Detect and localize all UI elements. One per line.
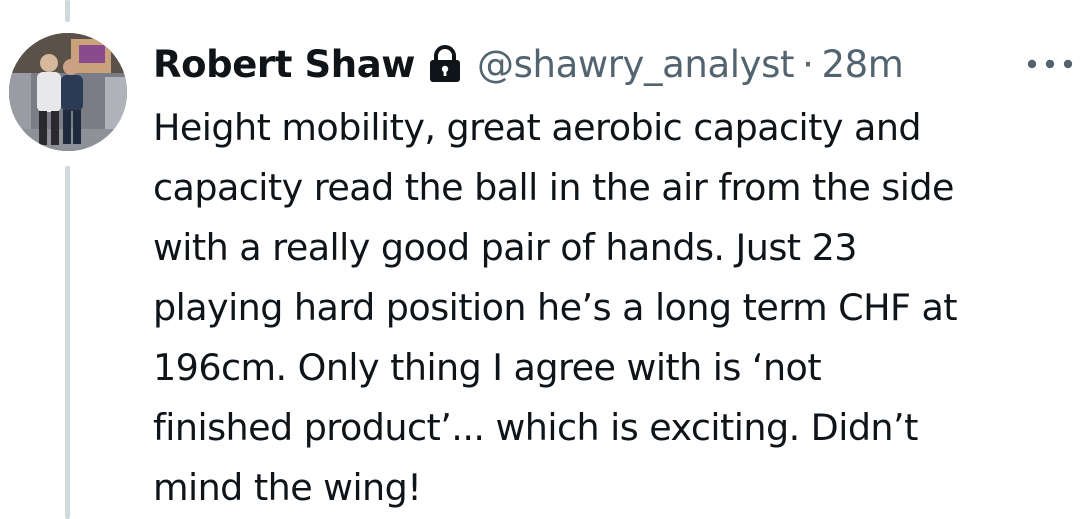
- tweet-text-line: capacity read the ball in the air from t…: [153, 166, 954, 209]
- tweet-text-line: Height mobility, great aerobic capacity …: [153, 106, 922, 149]
- avatar[interactable]: [9, 33, 127, 151]
- author-handle[interactable]: @shawry_analyst: [477, 43, 794, 86]
- author-display-name[interactable]: Robert Shaw: [153, 43, 415, 86]
- tweet-text: Height mobility, great aerobic capacity …: [153, 98, 1075, 518]
- more-horizontal-icon[interactable]: [1025, 52, 1075, 76]
- tweet-text-line: playing hard position he’s a long term C…: [153, 286, 958, 329]
- tweet-text-line: with a really good pair of hands. Just 2…: [153, 226, 858, 269]
- timestamp[interactable]: 28m: [821, 43, 903, 86]
- lock-icon: [427, 44, 463, 84]
- separator-dot: ·: [802, 42, 814, 86]
- thread-line-bottom: [65, 166, 70, 519]
- tweet-header: Robert Shaw @shawry_analyst · 28m: [153, 38, 904, 90]
- tweet-text-line: mind the wing!: [153, 466, 422, 509]
- tweet-text-line: 196cm. Only thing I agree with is ‘not: [153, 346, 822, 389]
- tweet-text-line: finished product’... which is exciting. …: [153, 406, 918, 449]
- thread-line-top: [65, 0, 70, 22]
